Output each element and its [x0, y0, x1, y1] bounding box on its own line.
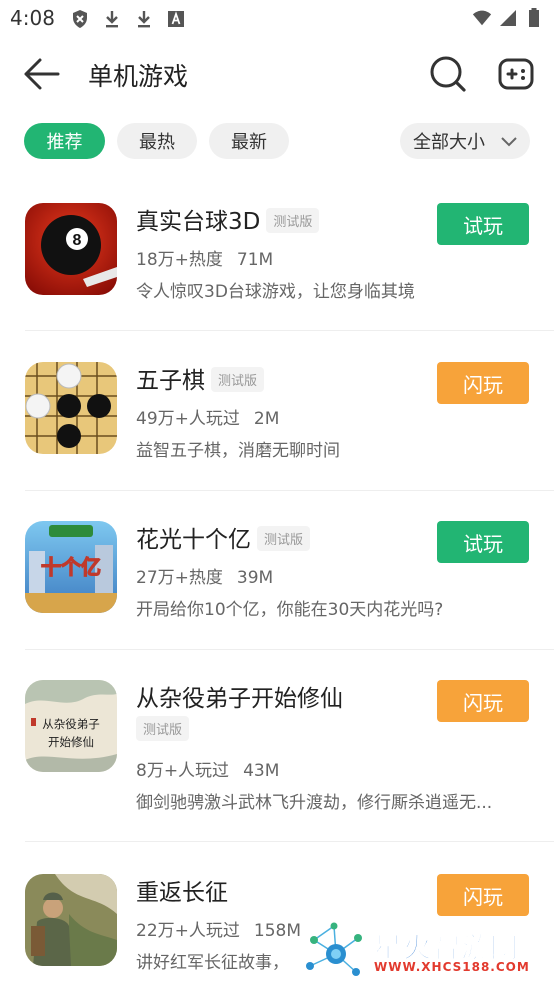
network-logo-icon [306, 922, 362, 976]
beta-badge: 测试版 [257, 526, 311, 551]
wifi-icon [472, 8, 492, 28]
try-play-button[interactable]: 试玩 [437, 203, 529, 245]
font-app-icon [166, 9, 186, 29]
battery-icon [524, 8, 544, 28]
beta-badge: 测试版 [266, 208, 320, 233]
filter-hottest[interactable]: 最热 [117, 123, 197, 159]
page-title: 单机游戏 [88, 62, 189, 91]
flash-play-button[interactable]: 闪玩 [437, 362, 529, 404]
svg-text:8: 8 [73, 232, 82, 249]
game-name: 从杂役弟子开始修仙 [136, 686, 343, 712]
search-button[interactable] [428, 54, 468, 94]
back-arrow-icon [24, 58, 60, 90]
game-size: 158M [253, 921, 302, 941]
divider [25, 841, 554, 842]
flash-play-button[interactable]: 闪玩 [437, 680, 529, 722]
game-heat: 27万+热度 [136, 568, 223, 588]
game-players: 49万+人玩过 [136, 409, 240, 429]
game-size: 39M [236, 568, 274, 588]
shield-icon [70, 9, 90, 29]
game-players: 22万+人玩过 [136, 921, 240, 941]
game-size: 71M [236, 250, 274, 270]
game-description: 令人惊叹3D台球游戏，让您身临其境 [136, 282, 415, 302]
icon-text: 十个亿 [41, 555, 101, 579]
icon-text: 开始修仙 [48, 735, 94, 749]
filter-recommended[interactable]: 推荐 [24, 123, 105, 159]
status-bar: 4:08 [0, 0, 554, 38]
chevron-down-icon [501, 137, 517, 147]
game-players: 8万+人玩过 [136, 761, 230, 781]
signal-icon [498, 8, 518, 28]
watermark-url: WWW.XHCS188.COM [374, 960, 530, 974]
game-icon-billiards: 8 [25, 203, 117, 295]
game-size: 2M [253, 409, 280, 429]
game-size: 43M [243, 761, 280, 781]
game-icon-long-march [25, 874, 117, 966]
game-description: 开局给你10个亿，你能在30天内花光吗? [136, 600, 444, 620]
gamepad-icon [498, 58, 534, 90]
size-filter-dropdown[interactable]: 全部大小 [400, 123, 530, 159]
search-icon [430, 56, 466, 92]
filter-newest[interactable]: 最新 [209, 123, 289, 159]
game-name: 花光十个亿 [136, 527, 251, 553]
flash-play-button[interactable]: 闪玩 [437, 874, 529, 916]
size-filter-label: 全部大小 [413, 132, 485, 153]
divider [25, 649, 554, 650]
status-time: 4:08 [10, 6, 55, 30]
game-description: 益智五子棋，消磨无聊时间 [136, 441, 340, 461]
download-icon [134, 9, 154, 29]
game-name: 重返长征 [136, 880, 228, 906]
game-name: 五子棋 [136, 368, 205, 394]
game-icon-gomoku [25, 362, 117, 454]
filter-bar: 推荐 最热 最新 全部大小 [0, 123, 554, 161]
beta-badge: 测试版 [211, 367, 265, 392]
game-center-button[interactable] [496, 54, 536, 94]
game-heat: 18万+热度 [136, 250, 223, 270]
game-icon-spend-billion: 十个亿 [25, 521, 117, 613]
beta-badge: 测试版 [136, 716, 190, 741]
game-description: 御剑驰骋激斗武林飞升渡劫，修行厮杀逍遥无... [136, 793, 493, 813]
game-icon-cultivation: 从杂役弟子 开始修仙 [25, 680, 117, 772]
icon-text: 从杂役弟子 [42, 717, 100, 731]
try-play-button[interactable]: 试玩 [437, 521, 529, 563]
divider [25, 490, 554, 491]
download-icon [102, 9, 122, 29]
site-watermark: 星火智游网 WWW.XHCS188.COM [300, 920, 554, 984]
divider [25, 330, 554, 331]
title-bar: 单机游戏 [0, 44, 554, 106]
game-name: 真实台球3D [136, 209, 261, 235]
back-button[interactable] [22, 56, 62, 92]
